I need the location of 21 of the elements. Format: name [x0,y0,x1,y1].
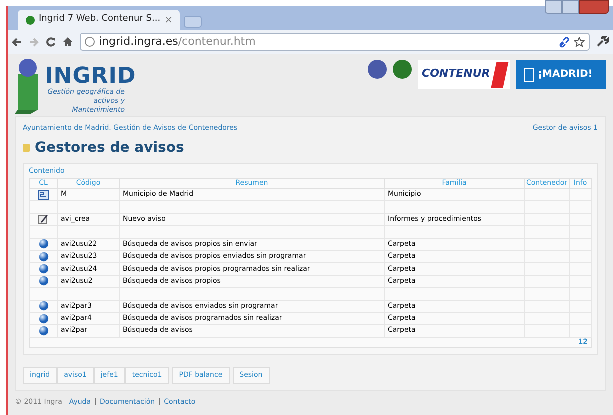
c-mark-icon [492,62,509,88]
wrench-icon[interactable] [597,36,609,48]
map-grid-icon [38,190,49,200]
back-icon[interactable] [12,38,22,46]
tab-title: Ingrid 7 Web. Contenur S... [39,13,161,26]
link-icon[interactable] [559,36,570,48]
tab-close-button[interactable]: × [164,12,175,28]
reload-icon[interactable] [46,37,56,47]
logo-title: INGRID [45,66,136,88]
logo-cube-drawing [15,58,41,114]
home-icon[interactable] [63,37,73,47]
page-title: Gestores de avisos [35,138,184,158]
address-field[interactable]: ingrid.ingra.es/contenur.htm [80,33,590,51]
site-favicon-icon [26,16,35,24]
url-text: ingrid.ingra.es/contenur.htm [99,34,256,50]
folder-icon [23,144,30,152]
madrid-text: ¡MADRID! [538,68,593,82]
browser-tab[interactable]: Ingrid 7 Web. Contenur S... × [18,10,180,30]
star-icon[interactable] [574,36,585,48]
round-emblem-icon [393,60,412,79]
contenur-text: CONTENUR [422,66,490,82]
